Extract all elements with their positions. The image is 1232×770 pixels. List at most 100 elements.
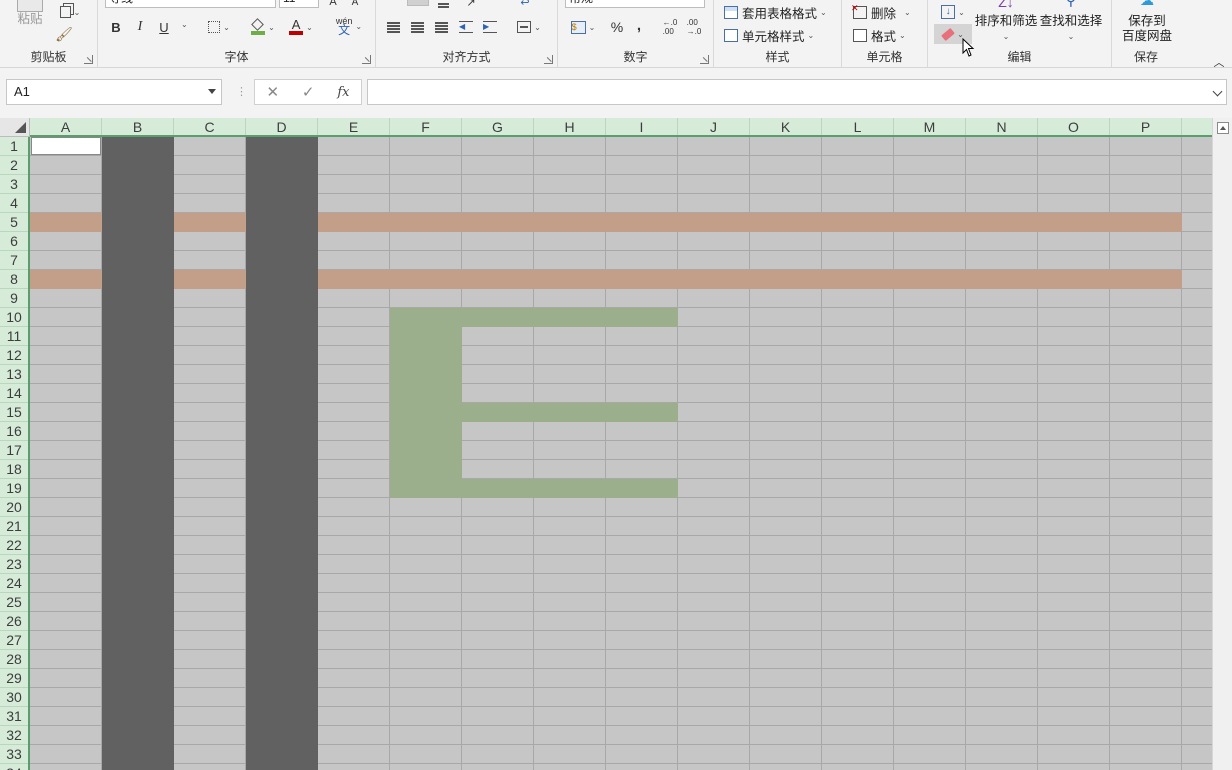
column-header-h[interactable]: H [534,118,606,135]
grow-font-button[interactable]: A [326,0,340,12]
font-size-combo[interactable]: 11 [279,0,319,8]
percent-style-button[interactable]: % [608,17,626,37]
find-select-button[interactable]: ⚲ 查找和选择 ⌄ [1038,0,1104,44]
row-header-30[interactable]: 30 [0,688,28,707]
row-header-3[interactable]: 3 [0,175,28,194]
wrap-text-button[interactable]: ↩ [518,0,532,12]
decrease-decimal-button[interactable]: .00 →.0 [684,17,704,37]
column-header-b[interactable]: B [102,118,174,135]
merge-center-button[interactable]: ⌄ [512,17,546,37]
number-launcher-icon[interactable] [700,55,709,64]
orientation-arrow-button[interactable]: ↗ [464,0,478,12]
row-header-1[interactable]: 1 [0,137,28,156]
vertical-scrollbar[interactable] [1212,118,1232,770]
number-format-combo[interactable]: 常规 [565,0,705,8]
column-header-m[interactable]: M [894,118,966,135]
row-header-9[interactable]: 9 [0,289,28,308]
row-header-7[interactable]: 7 [0,251,28,270]
column-header-i[interactable]: I [606,118,678,135]
align-right-button[interactable] [432,17,450,37]
row-header-21[interactable]: 21 [0,517,28,536]
paste-button[interactable]: 粘贴 [14,0,46,34]
row-header-8[interactable]: 8 [0,270,28,289]
clipboard-launcher-icon[interactable] [84,55,93,64]
font-color-button[interactable]: A ⌄ [286,17,316,37]
column-header-g[interactable]: G [462,118,534,135]
middle-align-button[interactable] [436,0,450,14]
chevron-down-icon[interactable] [208,89,216,94]
cell-styles-button[interactable]: 单元格样式 ⌄ [724,26,814,45]
fill-button[interactable]: ↓ ⌄ [936,2,970,22]
delete-cells-button[interactable]: ✕ 删除 ⌄ [851,3,911,22]
orientation-button[interactable] [407,0,429,6]
alignment-launcher-icon[interactable] [544,55,553,64]
insert-function-icon[interactable]: fx [337,85,349,100]
row-header-34[interactable]: 34 [0,764,28,770]
format-cells-button[interactable]: 格式 ⌄ [853,26,906,45]
row-header-18[interactable]: 18 [0,460,28,479]
underline-button[interactable]: U [155,17,173,37]
formula-bar-grip-icon[interactable]: ⋮ [236,85,247,98]
borders-button[interactable]: ⌄ [202,17,236,37]
increase-decimal-button[interactable]: ←.0.00 [660,17,680,37]
increase-indent-button[interactable]: ▶ [481,17,499,37]
active-cell-a1[interactable] [31,137,101,155]
row-header-13[interactable]: 13 [0,365,28,384]
save-to-baidu-button[interactable]: ☁ 保存到 百度网盘 [1116,0,1178,44]
column-header-f[interactable]: F [390,118,462,135]
row-header-2[interactable]: 2 [0,156,28,175]
phonetic-button[interactable]: wén 文 ⌄ [332,16,366,36]
row-header-6[interactable]: 6 [0,232,28,251]
column-header-k[interactable]: K [750,118,822,135]
column-header-c[interactable]: C [174,118,246,135]
column-header-o[interactable]: O [1038,118,1110,135]
italic-button[interactable]: I [131,17,149,37]
row-header-25[interactable]: 25 [0,593,28,612]
select-all-button[interactable] [0,118,30,137]
row-header-4[interactable]: 4 [0,194,28,213]
row-header-28[interactable]: 28 [0,650,28,669]
underline-chevron-icon[interactable]: ⌄ [181,20,188,29]
shrink-font-button[interactable]: A [348,0,362,12]
align-left-button[interactable] [384,17,402,37]
formula-input[interactable] [367,79,1227,105]
expand-formula-icon[interactable] [1212,86,1223,97]
row-header-27[interactable]: 27 [0,631,28,650]
row-header-29[interactable]: 29 [0,669,28,688]
row-header-33[interactable]: 33 [0,745,28,764]
cancel-icon[interactable]: ✕ [266,83,279,101]
comma-style-button[interactable]: , [632,15,646,35]
row-header-20[interactable]: 20 [0,498,28,517]
column-header-a[interactable]: A [30,118,102,135]
row-header-10[interactable]: 10 [0,308,28,327]
row-header-16[interactable]: 16 [0,422,28,441]
enter-icon[interactable]: ✓ [302,83,315,101]
row-header-5[interactable]: 5 [0,213,28,232]
bold-button[interactable]: B [107,17,125,37]
row-header-12[interactable]: 12 [0,346,28,365]
row-header-26[interactable]: 26 [0,612,28,631]
sort-filter-button[interactable]: Z↓ 排序和筛选 ⌄ [974,0,1038,44]
format-as-table-button[interactable]: 套用表格格式 ⌄ [724,3,827,22]
name-box[interactable]: A1 [6,79,222,105]
font-launcher-icon[interactable] [362,55,371,64]
column-header-p[interactable]: P [1110,118,1182,135]
row-header-17[interactable]: 17 [0,441,28,460]
column-header-j[interactable]: J [678,118,750,135]
row-header-11[interactable]: 11 [0,327,28,346]
decrease-indent-button[interactable]: ◀ [457,17,475,37]
column-header-d[interactable]: D [246,118,318,135]
format-painter-button[interactable]: 🖌 [54,24,74,44]
align-center-button[interactable] [408,17,426,37]
column-header-l[interactable]: L [822,118,894,135]
cell-grid[interactable] [30,137,1212,770]
copy-button[interactable]: ⌄ [54,2,86,22]
row-header-22[interactable]: 22 [0,536,28,555]
accounting-format-button[interactable]: $ ⌄ [566,17,600,37]
row-header-19[interactable]: 19 [0,479,28,498]
row-header-32[interactable]: 32 [0,726,28,745]
column-header-n[interactable]: N [966,118,1038,135]
font-name-combo[interactable]: 等线 [105,0,276,8]
column-header-e[interactable]: E [318,118,390,135]
row-header-31[interactable]: 31 [0,707,28,726]
